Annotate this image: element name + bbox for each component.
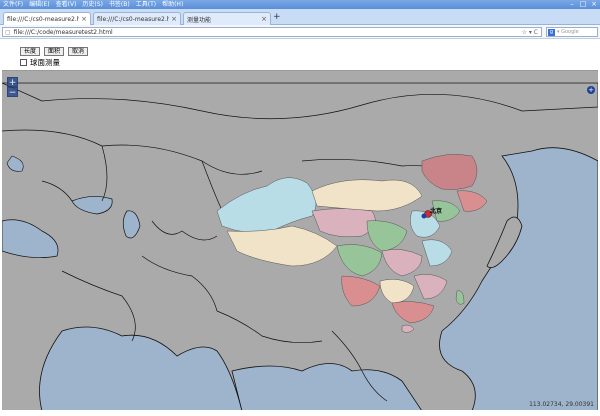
google-icon: g bbox=[548, 28, 555, 36]
beijing-marker-dot bbox=[421, 213, 427, 219]
address-url: file:///C:/code/measuretest2.html bbox=[13, 28, 113, 36]
close-icon[interactable]: × bbox=[81, 15, 87, 23]
search-box[interactable]: g ▾ Google bbox=[546, 27, 598, 37]
minimize-button[interactable]: – bbox=[568, 1, 576, 8]
area-button[interactable]: 面积 bbox=[44, 47, 65, 56]
menu-bar: 文件(F) 编辑(E) 查看(V) 历史(S) 书签(B) 工具(T) 帮助(H… bbox=[0, 0, 183, 9]
layer-switcher-icon[interactable]: + bbox=[587, 86, 595, 94]
length-button[interactable]: 长度 bbox=[20, 47, 41, 56]
menu-help[interactable]: 帮助(H) bbox=[162, 0, 183, 9]
geodesic-option: 球面测量 bbox=[20, 57, 60, 68]
close-icon[interactable]: × bbox=[261, 15, 267, 23]
mouse-position: 113.02734, 29.00391 bbox=[529, 401, 594, 408]
menu-view[interactable]: 查看(V) bbox=[56, 0, 77, 9]
zoom-in-button[interactable]: + bbox=[7, 77, 18, 88]
menu-tools[interactable]: 工具(T) bbox=[136, 0, 156, 9]
zoom-control: + − bbox=[7, 77, 18, 98]
map-canvas bbox=[2, 71, 598, 410]
measure-toolbar: 长度 面积 取消 bbox=[20, 47, 89, 56]
tab-measure2[interactable]: file:///C:/cs0-measure2.html × bbox=[93, 12, 181, 25]
map-viewport[interactable]: 北京 + − + 113.02734, 29.00391 bbox=[2, 70, 598, 410]
tab-label: file:///C:/cs0-measure2.html bbox=[97, 15, 170, 23]
geodesic-label: 球面测量 bbox=[30, 58, 60, 67]
menu-bookmarks[interactable]: 书签(B) bbox=[109, 0, 130, 9]
tab-label: 测量功能 bbox=[187, 16, 212, 24]
menu-file[interactable]: 文件(F) bbox=[3, 0, 23, 9]
tab-measure-function[interactable]: 测量功能 × bbox=[183, 12, 271, 25]
zoom-out-button[interactable]: − bbox=[7, 87, 18, 98]
tab-strip: file:///C:/cs0-measure2.html × file:///C… bbox=[0, 9, 600, 25]
search-placeholder: ▾ Google bbox=[557, 29, 579, 35]
close-window-button[interactable]: × bbox=[590, 1, 598, 8]
cancel-button[interactable]: 取消 bbox=[68, 47, 89, 56]
new-tab-button[interactable]: + bbox=[273, 12, 281, 22]
maximize-button[interactable]: □ bbox=[579, 1, 587, 8]
beijing-label: 北京 bbox=[430, 208, 443, 215]
address-bar[interactable]: ▢ file:///C:/code/measuretest2.html ☆ ▾ … bbox=[2, 27, 542, 37]
tab-label: file:///C:/cs0-measure2.html bbox=[7, 15, 80, 23]
menu-history[interactable]: 历史(S) bbox=[82, 0, 103, 9]
navigation-bar: ▢ file:///C:/code/measuretest2.html ☆ ▾ … bbox=[0, 25, 600, 39]
menu-edit[interactable]: 编辑(E) bbox=[29, 0, 49, 9]
geodesic-checkbox[interactable] bbox=[20, 59, 27, 66]
tab-measure2-active[interactable]: file:///C:/cs0-measure2.html × bbox=[3, 12, 91, 25]
close-icon[interactable]: × bbox=[171, 15, 177, 23]
page-icon: ▢ bbox=[5, 28, 11, 36]
window-controls: – □ × bbox=[568, 0, 598, 9]
address-actions[interactable]: ☆ ▾ C bbox=[522, 28, 538, 37]
